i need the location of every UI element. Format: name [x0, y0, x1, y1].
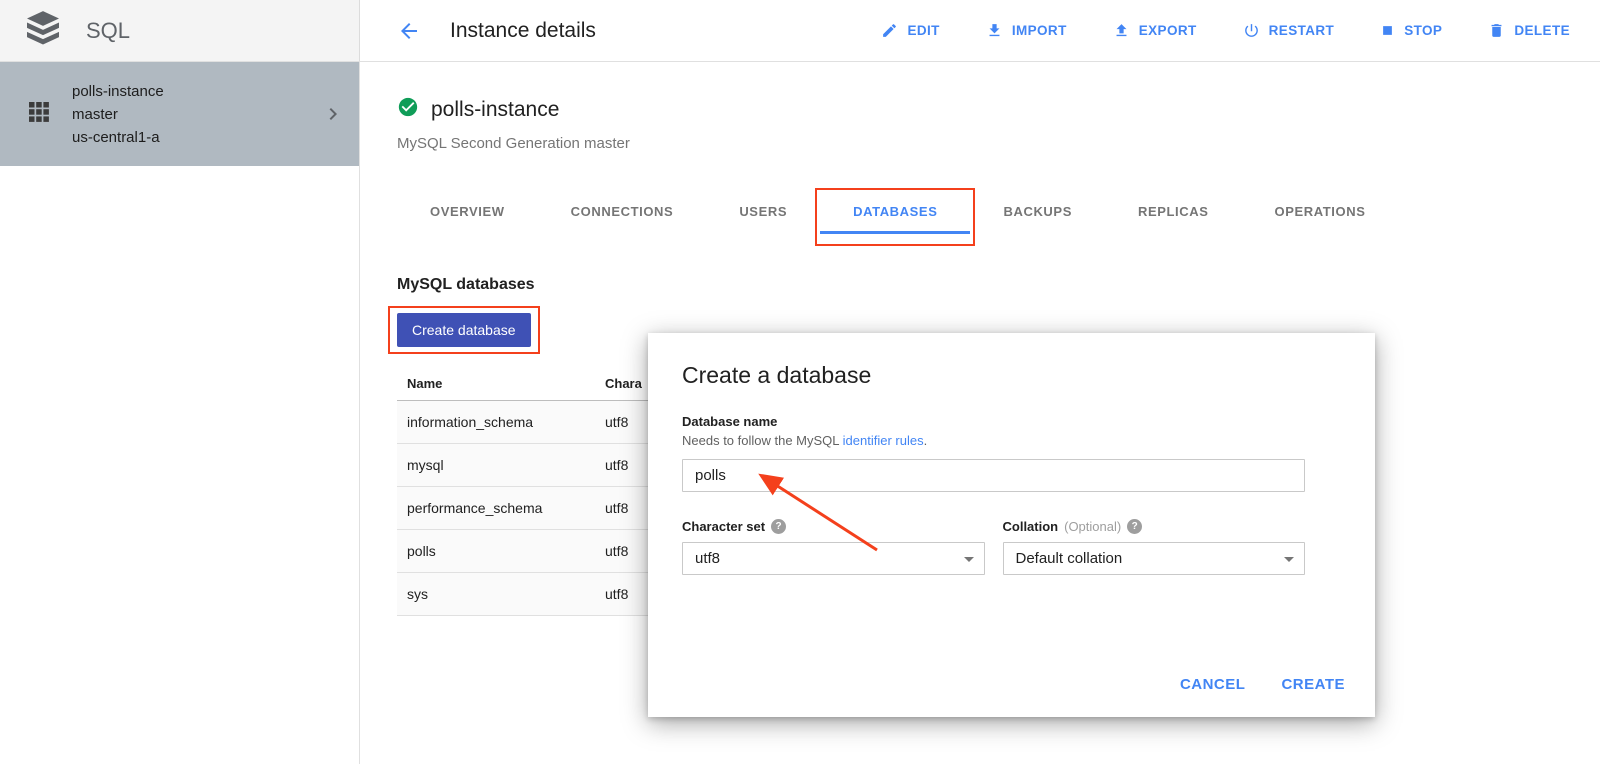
section-title: MySQL databases	[397, 276, 1600, 294]
app-header: SQL Instance details EDIT IMPORT	[0, 0, 1600, 62]
instance-title: polls-instance	[431, 98, 559, 122]
status-check-icon	[397, 96, 419, 123]
import-button[interactable]: IMPORT	[986, 22, 1067, 39]
annotation-box-create-button: Create database	[388, 306, 540, 354]
db-name-cell: information_schema	[397, 401, 595, 444]
character-set-select[interactable]: utf8	[682, 542, 985, 575]
db-name-cell: performance_schema	[397, 487, 595, 530]
tab-overview[interactable]: OVERVIEW	[397, 190, 538, 234]
tab-label: REPLICAS	[1138, 204, 1209, 219]
action-label: IMPORT	[1012, 23, 1067, 38]
page-title: Instance details	[450, 19, 596, 43]
dialog-title: Create a database	[682, 362, 1341, 389]
instance-role: master	[72, 103, 298, 126]
edit-button[interactable]: EDIT	[881, 22, 939, 39]
restart-power-icon	[1243, 22, 1260, 39]
help-text-suffix: .	[924, 433, 928, 448]
database-name-label: Database name	[682, 414, 1341, 429]
action-label: DELETE	[1514, 23, 1570, 38]
tab-label: BACKUPS	[1003, 204, 1071, 219]
tab-replicas[interactable]: REPLICAS	[1105, 190, 1242, 234]
trash-icon	[1488, 22, 1505, 39]
dropdown-caret-icon	[1284, 557, 1294, 562]
action-label: EDIT	[907, 23, 939, 38]
dialog-actions: CANCEL CREATE	[1180, 676, 1345, 693]
instance-subtitle: MySQL Second Generation master	[397, 135, 1600, 152]
tab-label: CONNECTIONS	[571, 204, 674, 219]
help-icon[interactable]: ?	[1127, 519, 1142, 534]
action-label: RESTART	[1269, 23, 1335, 38]
tab-databases[interactable]: DATABASES	[820, 190, 970, 234]
tab-label: OPERATIONS	[1275, 204, 1366, 219]
restart-button[interactable]: RESTART	[1243, 22, 1335, 39]
db-name-cell: mysql	[397, 444, 595, 487]
db-name-cell: polls	[397, 530, 595, 573]
back-arrow-icon[interactable]	[397, 19, 421, 43]
create-database-dialog: Create a database Database name Needs to…	[648, 333, 1375, 717]
character-set-value: utf8	[695, 550, 720, 567]
help-text: Needs to follow the MySQL	[682, 433, 843, 448]
action-label: STOP	[1404, 23, 1442, 38]
tab-bar: OVERVIEW CONNECTIONS USERS DATABASES BAC…	[397, 190, 1600, 234]
grid-icon	[29, 102, 49, 127]
character-set-label: Character set	[682, 519, 765, 534]
cloud-sql-logo-icon	[27, 11, 59, 51]
collation-value: Default collation	[1016, 550, 1123, 567]
sidebar: polls-instance master us-central1-a	[0, 62, 360, 764]
character-set-field: Character set ? utf8	[682, 519, 985, 575]
help-icon[interactable]: ?	[771, 519, 786, 534]
app-window: SQL Instance details EDIT IMPORT	[0, 0, 1600, 764]
db-name-cell: sys	[397, 573, 595, 616]
tab-label: DATABASES	[853, 204, 937, 219]
collation-label: Collation	[1003, 519, 1059, 534]
instance-heading: polls-instance	[397, 96, 1600, 123]
tab-operations[interactable]: OPERATIONS	[1242, 190, 1399, 234]
tab-users[interactable]: USERS	[706, 190, 820, 234]
dropdown-caret-icon	[964, 557, 974, 562]
collation-select[interactable]: Default collation	[1003, 542, 1306, 575]
header-actions: EDIT IMPORT EXPORT	[881, 22, 1570, 39]
chevron-right-icon	[321, 102, 345, 126]
product-header: SQL	[0, 0, 360, 61]
collation-field: Collation (Optional) ? Default collation	[1003, 519, 1306, 575]
instance-zone: us-central1-a	[72, 126, 298, 149]
import-icon	[986, 22, 1003, 39]
dialog-selects-row: Character set ? utf8 Collation (Optional…	[682, 519, 1305, 575]
collation-optional-label: (Optional)	[1064, 519, 1121, 534]
action-label: EXPORT	[1139, 23, 1197, 38]
database-name-input[interactable]	[682, 459, 1305, 492]
column-header-name: Name	[397, 370, 595, 401]
export-button[interactable]: EXPORT	[1113, 22, 1197, 39]
sidebar-instance-item[interactable]: polls-instance master us-central1-a	[0, 62, 359, 166]
tab-label: OVERVIEW	[430, 204, 505, 219]
stop-button[interactable]: STOP	[1380, 23, 1442, 38]
stop-square-icon	[1380, 23, 1395, 38]
create-button[interactable]: CREATE	[1281, 676, 1345, 693]
header-toolbar: Instance details EDIT IMPORT	[360, 0, 1600, 61]
delete-button[interactable]: DELETE	[1488, 22, 1570, 39]
create-database-button[interactable]: Create database	[397, 313, 531, 347]
database-name-help: Needs to follow the MySQL identifier rul…	[682, 433, 1341, 448]
pencil-icon	[881, 22, 898, 39]
tab-label: USERS	[739, 204, 787, 219]
instance-name: polls-instance	[72, 80, 298, 103]
tab-backups[interactable]: BACKUPS	[970, 190, 1104, 234]
export-icon	[1113, 22, 1130, 39]
product-name: SQL	[86, 18, 130, 44]
cancel-button[interactable]: CANCEL	[1180, 676, 1246, 693]
tab-connections[interactable]: CONNECTIONS	[538, 190, 707, 234]
identifier-rules-link[interactable]: identifier rules	[843, 433, 924, 448]
instance-summary: polls-instance master us-central1-a	[72, 80, 298, 149]
